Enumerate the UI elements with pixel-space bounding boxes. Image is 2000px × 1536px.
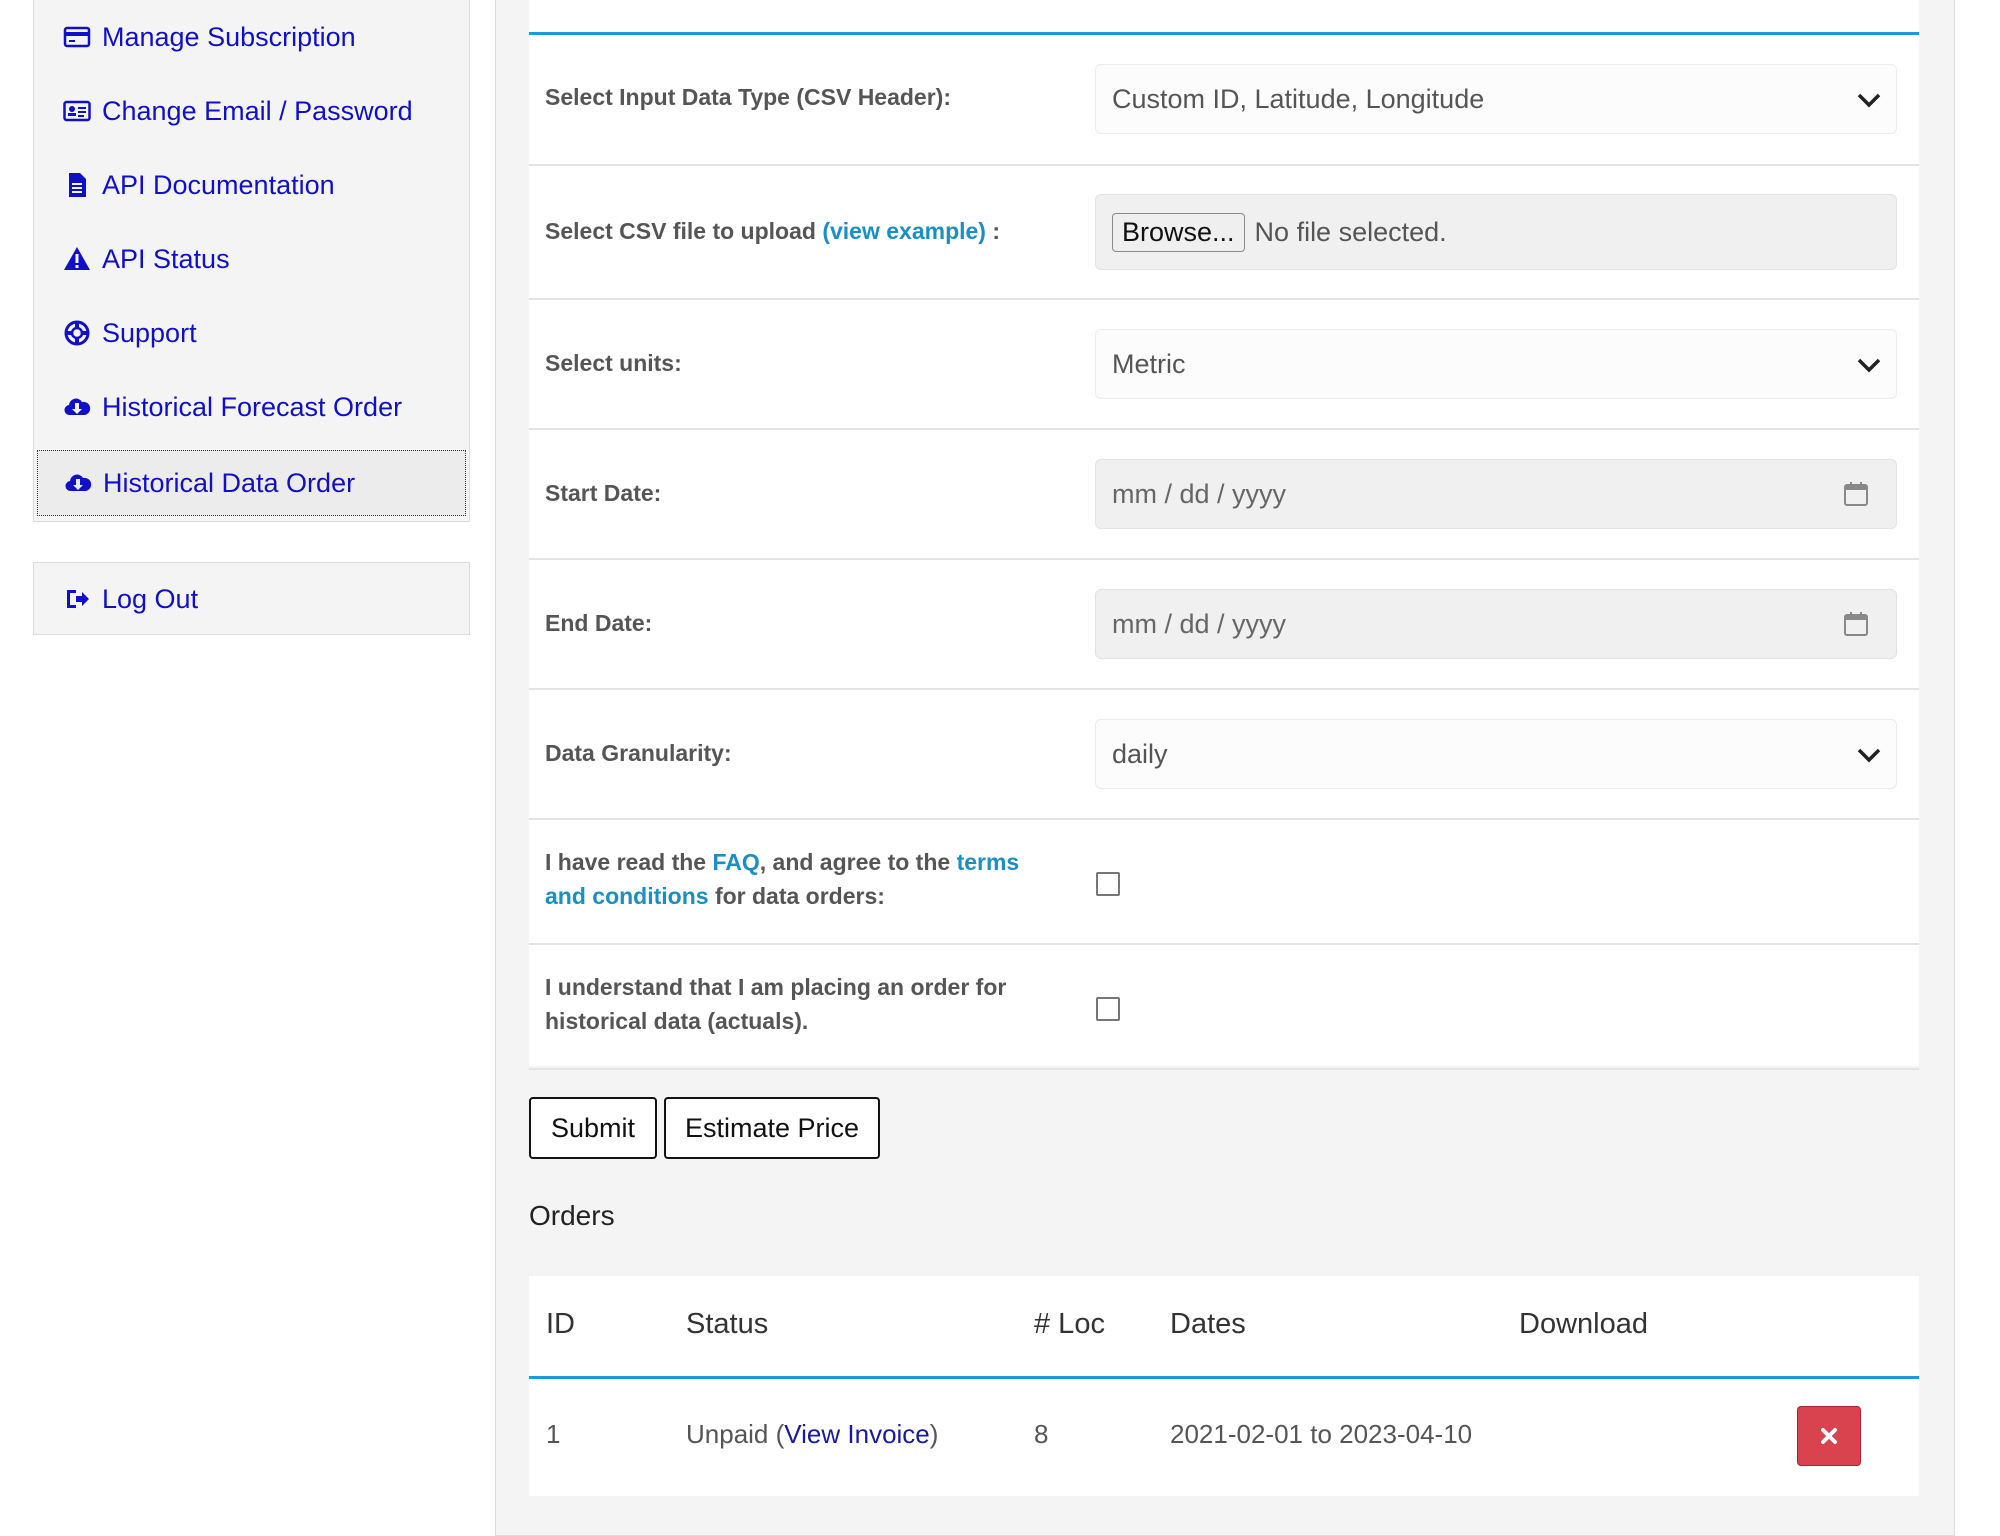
chevron-down-icon <box>1857 748 1881 763</box>
form-row-start-date: Start Date: mm / dd / yyyy <box>529 430 1919 560</box>
order-loc-count: 8 <box>1034 1419 1049 1449</box>
logout-label: Log Out <box>102 583 199 614</box>
order-id: 1 <box>546 1419 561 1449</box>
form-row-agree-terms: I have read the FAQ, and agree to the te… <box>529 820 1919 945</box>
form-row-end-date: End Date: mm / dd / yyyy <box>529 560 1919 690</box>
input-type-select[interactable]: Custom ID, Latitude, Longitude <box>1095 64 1897 134</box>
id-card-icon <box>62 96 92 126</box>
agree-text-1: I have read the <box>545 849 713 875</box>
view-example-link[interactable]: (view example) <box>822 218 986 244</box>
sidebar-item-label: API Status <box>102 243 230 274</box>
calendar-icon[interactable] <box>1842 480 1870 508</box>
column-header-loc: # Loc <box>1034 1308 1105 1340</box>
form-row-units: Select units: Metric <box>529 300 1919 430</box>
order-form: Select Input Data Type (CSV Header): Cus… <box>529 0 1919 1070</box>
life-ring-icon <box>62 318 92 348</box>
form-row-csv-upload: Select CSV file to upload (view example)… <box>529 166 1919 300</box>
sidebar-menu: Manage Subscription Change Email / Passw… <box>33 0 470 522</box>
estimate-price-button[interactable]: Estimate Price <box>664 1097 880 1159</box>
sidebar-item-label: Support <box>102 317 197 348</box>
input-type-label: Select Input Data Type (CSV Header): <box>545 84 951 110</box>
form-row-input-type: Select Input Data Type (CSV Header): Cus… <box>529 35 1919 166</box>
sidebar-item-label: Change Email / Password <box>102 95 413 126</box>
sidebar-item-manage-subscription[interactable]: Manage Subscription <box>34 4 469 70</box>
sidebar-item-api-documentation[interactable]: API Documentation <box>34 152 469 218</box>
input-type-value: Custom ID, Latitude, Longitude <box>1112 83 1485 114</box>
column-header-dates: Dates <box>1170 1308 1246 1340</box>
csv-file-input[interactable]: Browse... No file selected. <box>1095 194 1897 270</box>
sidebar-item-historical-data-order[interactable]: Historical Data Order <box>37 450 466 516</box>
end-date-label: End Date: <box>545 610 653 636</box>
close-icon <box>1821 1428 1837 1444</box>
order-status-text: Unpaid ( <box>686 1419 785 1449</box>
order-dates: 2021-02-01 to 2023-04-10 <box>1170 1419 1473 1449</box>
chevron-down-icon <box>1857 358 1881 373</box>
credit-card-icon <box>62 22 92 52</box>
understand-checkbox[interactable] <box>1096 997 1120 1021</box>
sidebar-item-label: Historical Data Order <box>103 467 356 498</box>
sidebar-item-label: Historical Forecast Order <box>102 391 403 422</box>
agree-terms-checkbox[interactable] <box>1096 872 1120 896</box>
delete-order-button[interactable] <box>1797 1406 1861 1466</box>
units-label: Select units: <box>545 350 682 376</box>
cloud-download-icon <box>62 392 92 422</box>
granularity-label: Data Granularity: <box>545 740 732 766</box>
orders-table: ID Status # Loc Dates Download 1 Unpaid … <box>529 1276 1919 1496</box>
csv-upload-label-suffix: : <box>985 218 1001 244</box>
browse-button[interactable]: Browse... <box>1112 212 1245 252</box>
form-row-granularity: Data Granularity: daily <box>529 690 1919 820</box>
faq-link[interactable]: FAQ <box>712 849 759 875</box>
order-status: Unpaid (View Invoice) <box>686 1419 938 1450</box>
end-date-input[interactable]: mm / dd / yyyy <box>1095 589 1897 659</box>
orders-heading: Orders <box>529 1200 615 1231</box>
cloud-download-icon <box>63 468 93 498</box>
order-status-suffix: ) <box>929 1419 939 1449</box>
chevron-down-icon <box>1857 93 1881 108</box>
units-value: Metric <box>1112 348 1186 379</box>
column-header-status: Status <box>686 1308 769 1340</box>
units-select[interactable]: Metric <box>1095 329 1897 399</box>
logout-box: Log Out <box>33 562 470 635</box>
agree-text-2: , and agree to the <box>759 849 957 875</box>
agree-terms-label: I have read the FAQ, and agree to the te… <box>545 845 1065 913</box>
sidebar-item-label: API Documentation <box>102 169 335 200</box>
start-date-input[interactable]: mm / dd / yyyy <box>1095 459 1897 529</box>
csv-upload-label: Select CSV file to upload (view example)… <box>545 214 1065 248</box>
sidebar-item-historical-forecast-order[interactable]: Historical Forecast Order <box>34 374 469 440</box>
submit-button[interactable]: Submit <box>529 1097 657 1159</box>
form-row-understand: I understand that I am placing an order … <box>529 945 1919 1070</box>
end-date-placeholder: mm / dd / yyyy <box>1112 608 1287 639</box>
column-header-download: Download <box>1519 1308 1648 1340</box>
table-header-divider <box>529 1376 1919 1379</box>
main-panel: Select Input Data Type (CSV Header): Cus… <box>495 0 1955 1536</box>
agree-text-3: for data orders: <box>708 883 885 909</box>
understand-label: I understand that I am placing an order … <box>545 974 1007 1034</box>
start-date-placeholder: mm / dd / yyyy <box>1112 478 1287 509</box>
granularity-select[interactable]: daily <box>1095 719 1897 789</box>
warning-icon <box>62 244 92 274</box>
document-icon <box>62 170 92 200</box>
granularity-value: daily <box>1112 738 1168 769</box>
sidebar-item-change-email-password[interactable]: Change Email / Password <box>34 78 469 144</box>
logout-button[interactable]: Log Out <box>34 566 469 632</box>
start-date-label: Start Date: <box>545 480 662 506</box>
sign-out-icon <box>62 584 92 614</box>
file-status: No file selected. <box>1254 216 1447 247</box>
calendar-icon[interactable] <box>1842 610 1870 638</box>
sidebar-item-label: Manage Subscription <box>102 21 356 52</box>
sidebar-item-api-status[interactable]: API Status <box>34 226 469 292</box>
sidebar-item-support[interactable]: Support <box>34 300 469 366</box>
csv-upload-label-text: Select CSV file to upload <box>545 218 816 244</box>
column-header-id: ID <box>546 1308 575 1340</box>
view-invoice-link[interactable]: View Invoice <box>784 1419 930 1449</box>
